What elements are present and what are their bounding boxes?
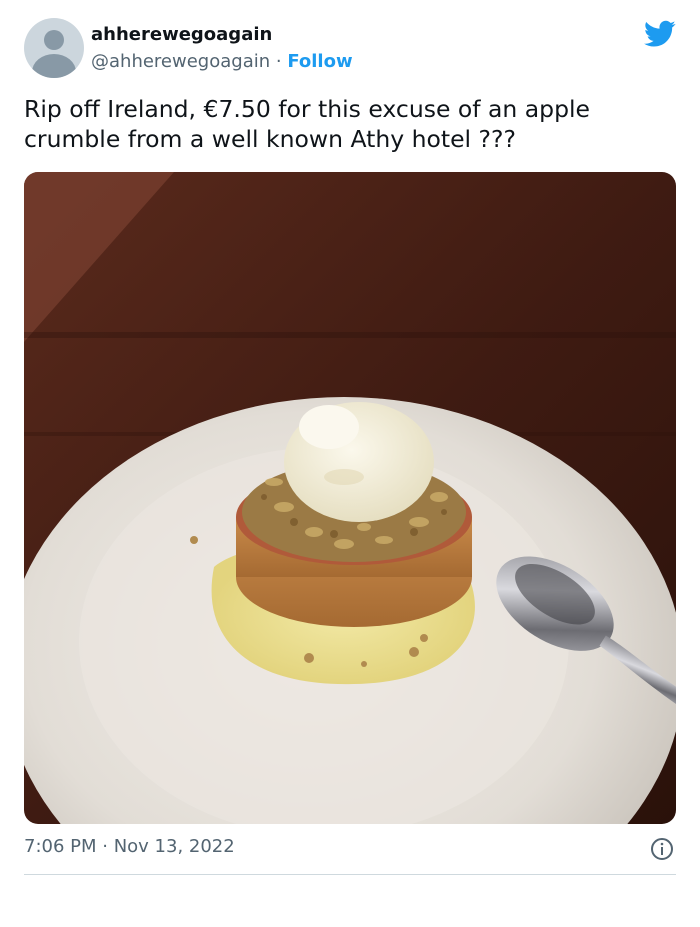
tweet-text: Rip off Ireland, €7.50 for this excuse o… [24,95,591,153]
info-icon[interactable] [650,837,674,861]
display-name[interactable]: ahherewegoagain [91,24,272,45]
avatar[interactable] [24,18,84,78]
follow-button[interactable]: Follow [287,51,352,72]
user-handle[interactable]: @ahherewegoagain [91,51,270,72]
tweet-timestamp[interactable]: 7:06 PM · Nov 13, 2022 [24,836,235,857]
tweet-card: ahherewegoagain @ahherewegoagain · Follo… [0,0,700,927]
avatar-head [44,30,64,50]
handle-separator: · [270,51,288,72]
divider [24,874,676,875]
twitter-bird-icon[interactable] [644,20,676,48]
avatar-shoulders [32,54,76,78]
tweet-photo[interactable] [24,172,676,824]
handle-row: @ahherewegoagain · Follow [91,51,353,72]
